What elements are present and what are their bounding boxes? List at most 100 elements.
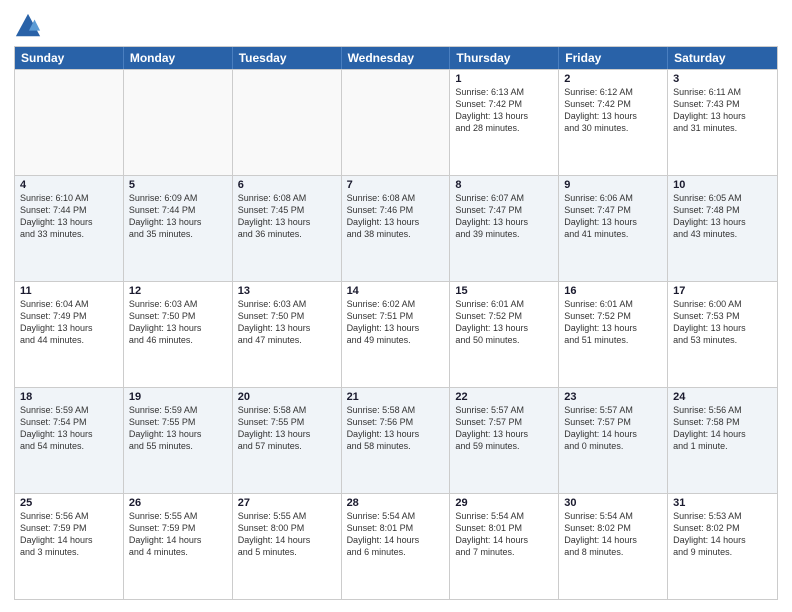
calendar-cell: 21Sunrise: 5:58 AM Sunset: 7:56 PM Dayli… [342, 388, 451, 493]
calendar-body: 1Sunrise: 6:13 AM Sunset: 7:42 PM Daylig… [15, 69, 777, 599]
cell-info: Sunrise: 5:56 AM Sunset: 7:59 PM Dayligh… [20, 510, 118, 559]
cell-info: Sunrise: 5:56 AM Sunset: 7:58 PM Dayligh… [673, 404, 772, 453]
day-number: 21 [347, 391, 445, 403]
cell-info: Sunrise: 6:11 AM Sunset: 7:43 PM Dayligh… [673, 86, 772, 135]
logo [14, 12, 46, 40]
cell-info: Sunrise: 6:03 AM Sunset: 7:50 PM Dayligh… [129, 298, 227, 347]
calendar-cell [342, 70, 451, 175]
day-number: 1 [455, 73, 553, 85]
calendar-cell: 6Sunrise: 6:08 AM Sunset: 7:45 PM Daylig… [233, 176, 342, 281]
calendar-cell: 5Sunrise: 6:09 AM Sunset: 7:44 PM Daylig… [124, 176, 233, 281]
day-number: 12 [129, 285, 227, 297]
calendar-cell [124, 70, 233, 175]
calendar-cell: 24Sunrise: 5:56 AM Sunset: 7:58 PM Dayli… [668, 388, 777, 493]
calendar-cell: 9Sunrise: 6:06 AM Sunset: 7:47 PM Daylig… [559, 176, 668, 281]
calendar-header-row: SundayMondayTuesdayWednesdayThursdayFrid… [15, 47, 777, 69]
calendar-header-day: Monday [124, 47, 233, 69]
calendar-row: 11Sunrise: 6:04 AM Sunset: 7:49 PM Dayli… [15, 281, 777, 387]
cell-info: Sunrise: 6:09 AM Sunset: 7:44 PM Dayligh… [129, 192, 227, 241]
cell-info: Sunrise: 5:54 AM Sunset: 8:01 PM Dayligh… [347, 510, 445, 559]
calendar-cell: 12Sunrise: 6:03 AM Sunset: 7:50 PM Dayli… [124, 282, 233, 387]
calendar-cell: 22Sunrise: 5:57 AM Sunset: 7:57 PM Dayli… [450, 388, 559, 493]
calendar-cell: 27Sunrise: 5:55 AM Sunset: 8:00 PM Dayli… [233, 494, 342, 599]
day-number: 5 [129, 179, 227, 191]
day-number: 16 [564, 285, 662, 297]
cell-info: Sunrise: 5:59 AM Sunset: 7:54 PM Dayligh… [20, 404, 118, 453]
calendar-cell: 15Sunrise: 6:01 AM Sunset: 7:52 PM Dayli… [450, 282, 559, 387]
cell-info: Sunrise: 6:10 AM Sunset: 7:44 PM Dayligh… [20, 192, 118, 241]
calendar-header-day: Saturday [668, 47, 777, 69]
calendar-row: 4Sunrise: 6:10 AM Sunset: 7:44 PM Daylig… [15, 175, 777, 281]
day-number: 13 [238, 285, 336, 297]
calendar-cell: 20Sunrise: 5:58 AM Sunset: 7:55 PM Dayli… [233, 388, 342, 493]
calendar-cell: 28Sunrise: 5:54 AM Sunset: 8:01 PM Dayli… [342, 494, 451, 599]
cell-info: Sunrise: 5:54 AM Sunset: 8:02 PM Dayligh… [564, 510, 662, 559]
calendar-cell: 25Sunrise: 5:56 AM Sunset: 7:59 PM Dayli… [15, 494, 124, 599]
cell-info: Sunrise: 6:03 AM Sunset: 7:50 PM Dayligh… [238, 298, 336, 347]
day-number: 2 [564, 73, 662, 85]
calendar-cell: 3Sunrise: 6:11 AM Sunset: 7:43 PM Daylig… [668, 70, 777, 175]
cell-info: Sunrise: 5:54 AM Sunset: 8:01 PM Dayligh… [455, 510, 553, 559]
calendar-header-day: Sunday [15, 47, 124, 69]
calendar-cell: 16Sunrise: 6:01 AM Sunset: 7:52 PM Dayli… [559, 282, 668, 387]
calendar-cell: 4Sunrise: 6:10 AM Sunset: 7:44 PM Daylig… [15, 176, 124, 281]
cell-info: Sunrise: 6:06 AM Sunset: 7:47 PM Dayligh… [564, 192, 662, 241]
page: SundayMondayTuesdayWednesdayThursdayFrid… [0, 0, 792, 612]
day-number: 22 [455, 391, 553, 403]
calendar-cell: 31Sunrise: 5:53 AM Sunset: 8:02 PM Dayli… [668, 494, 777, 599]
day-number: 29 [455, 497, 553, 509]
day-number: 31 [673, 497, 772, 509]
cell-info: Sunrise: 6:13 AM Sunset: 7:42 PM Dayligh… [455, 86, 553, 135]
day-number: 7 [347, 179, 445, 191]
day-number: 19 [129, 391, 227, 403]
cell-info: Sunrise: 6:00 AM Sunset: 7:53 PM Dayligh… [673, 298, 772, 347]
cell-info: Sunrise: 5:57 AM Sunset: 7:57 PM Dayligh… [564, 404, 662, 453]
day-number: 26 [129, 497, 227, 509]
cell-info: Sunrise: 6:08 AM Sunset: 7:45 PM Dayligh… [238, 192, 336, 241]
calendar-header-day: Wednesday [342, 47, 451, 69]
calendar-cell: 10Sunrise: 6:05 AM Sunset: 7:48 PM Dayli… [668, 176, 777, 281]
cell-info: Sunrise: 6:01 AM Sunset: 7:52 PM Dayligh… [455, 298, 553, 347]
calendar-cell: 2Sunrise: 6:12 AM Sunset: 7:42 PM Daylig… [559, 70, 668, 175]
calendar-cell: 14Sunrise: 6:02 AM Sunset: 7:51 PM Dayli… [342, 282, 451, 387]
cell-info: Sunrise: 6:08 AM Sunset: 7:46 PM Dayligh… [347, 192, 445, 241]
cell-info: Sunrise: 5:57 AM Sunset: 7:57 PM Dayligh… [455, 404, 553, 453]
day-number: 24 [673, 391, 772, 403]
day-number: 10 [673, 179, 772, 191]
day-number: 17 [673, 285, 772, 297]
calendar: SundayMondayTuesdayWednesdayThursdayFrid… [14, 46, 778, 600]
day-number: 15 [455, 285, 553, 297]
day-number: 30 [564, 497, 662, 509]
cell-info: Sunrise: 5:55 AM Sunset: 7:59 PM Dayligh… [129, 510, 227, 559]
day-number: 28 [347, 497, 445, 509]
calendar-cell: 30Sunrise: 5:54 AM Sunset: 8:02 PM Dayli… [559, 494, 668, 599]
cell-info: Sunrise: 5:59 AM Sunset: 7:55 PM Dayligh… [129, 404, 227, 453]
calendar-row: 1Sunrise: 6:13 AM Sunset: 7:42 PM Daylig… [15, 69, 777, 175]
day-number: 11 [20, 285, 118, 297]
calendar-cell [233, 70, 342, 175]
cell-info: Sunrise: 5:58 AM Sunset: 7:56 PM Dayligh… [347, 404, 445, 453]
cell-info: Sunrise: 6:12 AM Sunset: 7:42 PM Dayligh… [564, 86, 662, 135]
day-number: 23 [564, 391, 662, 403]
calendar-cell: 18Sunrise: 5:59 AM Sunset: 7:54 PM Dayli… [15, 388, 124, 493]
calendar-cell: 19Sunrise: 5:59 AM Sunset: 7:55 PM Dayli… [124, 388, 233, 493]
day-number: 6 [238, 179, 336, 191]
calendar-header-day: Thursday [450, 47, 559, 69]
day-number: 20 [238, 391, 336, 403]
day-number: 8 [455, 179, 553, 191]
day-number: 14 [347, 285, 445, 297]
day-number: 4 [20, 179, 118, 191]
cell-info: Sunrise: 6:05 AM Sunset: 7:48 PM Dayligh… [673, 192, 772, 241]
cell-info: Sunrise: 6:04 AM Sunset: 7:49 PM Dayligh… [20, 298, 118, 347]
cell-info: Sunrise: 5:55 AM Sunset: 8:00 PM Dayligh… [238, 510, 336, 559]
cell-info: Sunrise: 6:01 AM Sunset: 7:52 PM Dayligh… [564, 298, 662, 347]
day-number: 27 [238, 497, 336, 509]
calendar-header-day: Friday [559, 47, 668, 69]
calendar-cell: 1Sunrise: 6:13 AM Sunset: 7:42 PM Daylig… [450, 70, 559, 175]
calendar-cell: 23Sunrise: 5:57 AM Sunset: 7:57 PM Dayli… [559, 388, 668, 493]
calendar-cell: 8Sunrise: 6:07 AM Sunset: 7:47 PM Daylig… [450, 176, 559, 281]
calendar-header-day: Tuesday [233, 47, 342, 69]
calendar-row: 25Sunrise: 5:56 AM Sunset: 7:59 PM Dayli… [15, 493, 777, 599]
calendar-row: 18Sunrise: 5:59 AM Sunset: 7:54 PM Dayli… [15, 387, 777, 493]
logo-icon [14, 12, 42, 40]
